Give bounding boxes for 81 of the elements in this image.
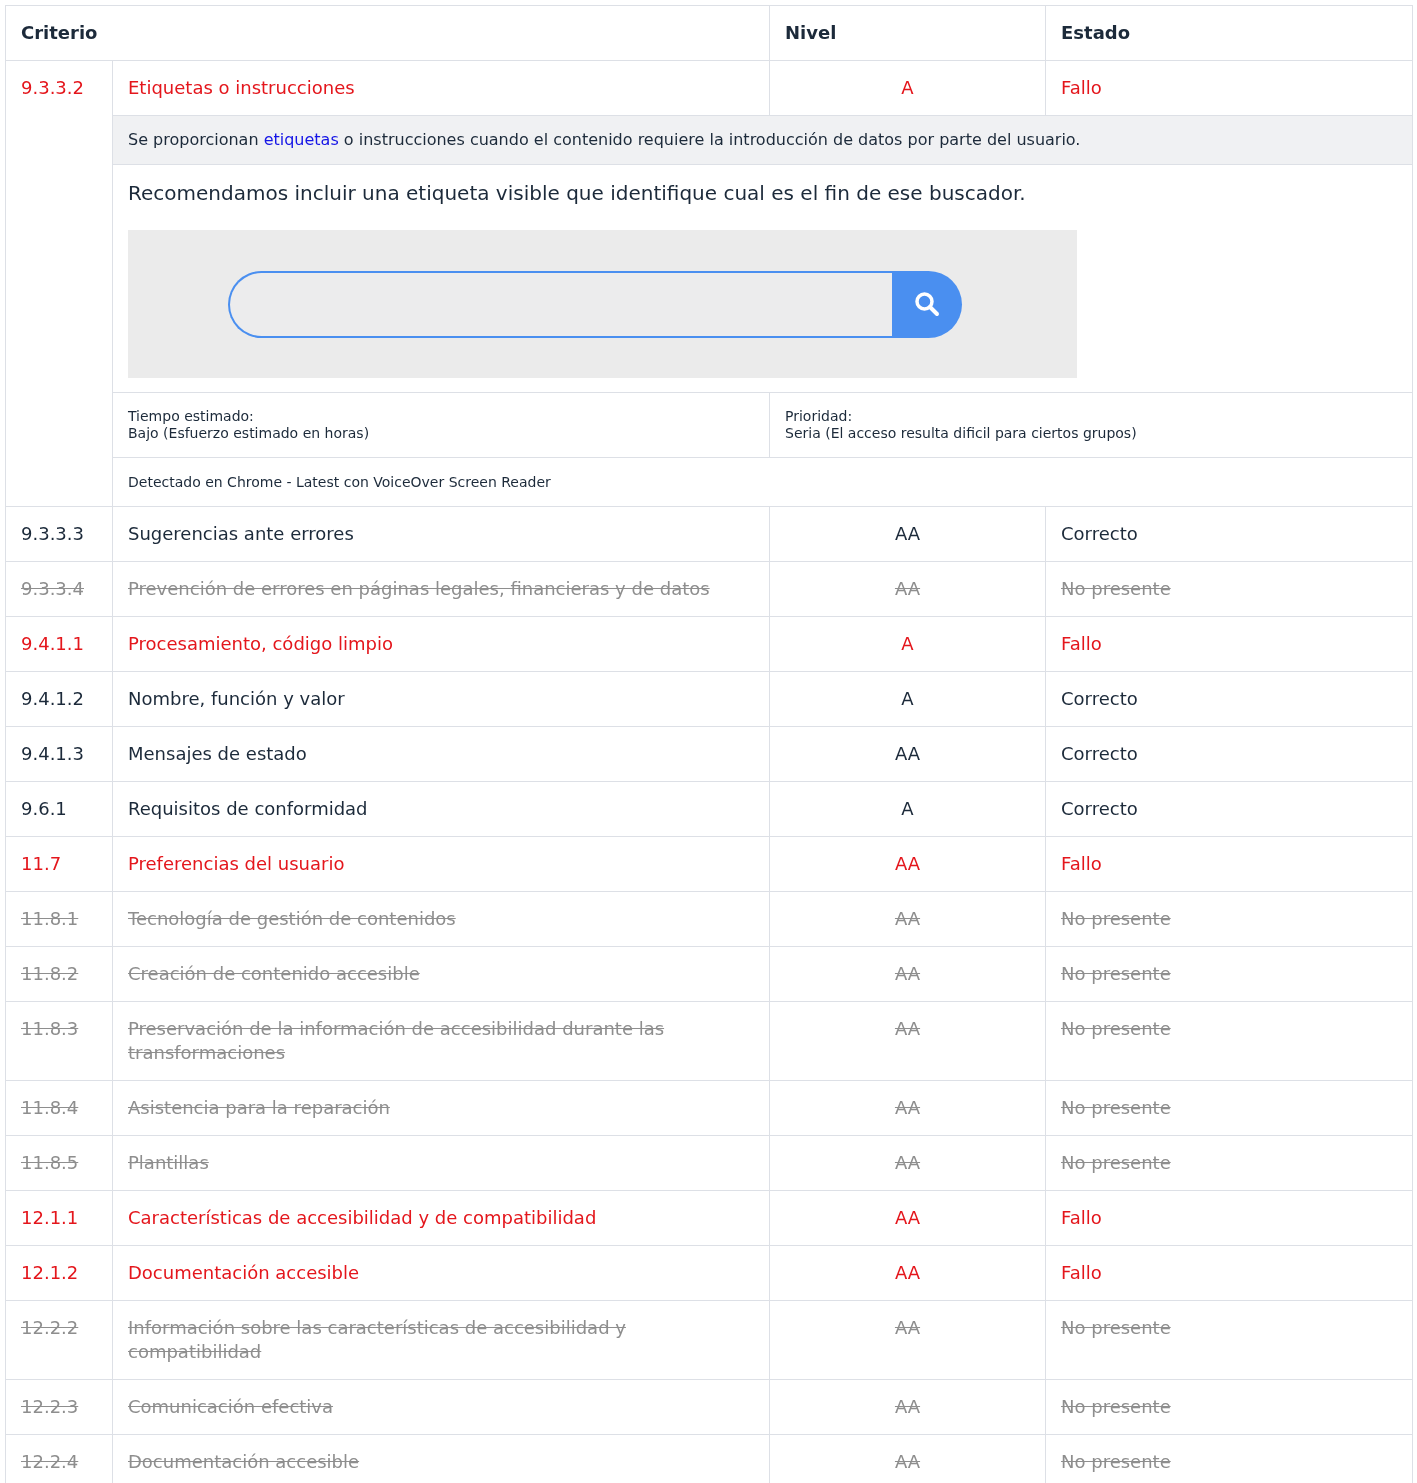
level-cell: AA <box>769 1080 1046 1136</box>
status-cell: No presente <box>1045 946 1413 1002</box>
status-cell: Fallo <box>1045 1190 1413 1246</box>
status-cell: No presente <box>1045 1379 1413 1435</box>
status-cell: Fallo <box>1045 836 1413 892</box>
criterion-name: Características de accesibilidad y de compatibilidad <box>112 1190 770 1246</box>
criterion-name: Creación de contenido accesible <box>112 946 770 1002</box>
criterion-name: Preservación de la información de accesibilidad durante las transformaciones <box>112 1001 770 1081</box>
criterion-name: Asistencia para la reparación <box>112 1080 770 1136</box>
column-header: Estado <box>1045 5 1413 61</box>
criterion-name: Mensajes de estado <box>112 726 770 782</box>
level-cell: AA <box>769 1379 1046 1435</box>
status-cell: Fallo <box>1045 60 1413 116</box>
time-value: Bajo (Esfuerzo estimado en horas) <box>128 425 371 442</box>
level-cell: AA <box>769 891 1046 947</box>
criterion-name: Documentación accesible <box>112 1245 770 1301</box>
criterion-id: 11.8.2 <box>5 946 113 1002</box>
status-cell: No presente <box>1045 1001 1413 1081</box>
criterion-name: Preferencias del usuario <box>112 836 770 892</box>
criterion-name: Procesamiento, código limpio <box>112 616 770 672</box>
detected-note: Detectado en Chrome - Latest con VoiceOver Screen Reader <box>112 457 1413 507</box>
status-cell: Fallo <box>1045 616 1413 672</box>
criterion-id: 9.4.1.2 <box>5 671 113 727</box>
level-cell: AA <box>769 561 1046 617</box>
level-cell: AA <box>769 1190 1046 1246</box>
criterion-id: 9.3.3.4 <box>5 561 113 617</box>
level-cell: AA <box>769 726 1046 782</box>
criterion-name: Nombre, función y valor <box>112 671 770 727</box>
criterion-name: Plantillas <box>112 1135 770 1191</box>
criterion-id: 11.8.4 <box>5 1080 113 1136</box>
column-header: Nivel <box>769 5 1046 61</box>
level-cell: AA <box>769 836 1046 892</box>
status-cell: Correcto <box>1045 726 1413 782</box>
time-label: Tiempo estimado: <box>128 408 255 425</box>
level-cell: A <box>769 781 1046 837</box>
status-cell: No presente <box>1045 561 1413 617</box>
criterion-id: 12.2.3 <box>5 1379 113 1435</box>
criterion-id: 9.3.3.3 <box>5 506 113 562</box>
criterion-id: 11.8.3 <box>5 1001 113 1081</box>
level-cell: A <box>769 616 1046 672</box>
criterion-id: 12.1.1 <box>5 1190 113 1246</box>
criterion-id: 12.2.4 <box>5 1434 113 1483</box>
search-icon <box>913 290 941 318</box>
priority-value: Seria (El acceso resulta dificil para ciertos grupos) <box>785 425 1138 442</box>
status-cell: Correcto <box>1045 671 1413 727</box>
priority-label: Prioridad: <box>785 408 854 425</box>
criterion-id: 11.7 <box>5 836 113 892</box>
criterion-id: 9.3.3.2 <box>5 60 113 507</box>
criterion-id: 9.6.1 <box>5 781 113 837</box>
criterion-name: Requisitos de conformidad <box>112 781 770 837</box>
level-cell: AA <box>769 946 1046 1002</box>
level-cell: A <box>769 671 1046 727</box>
level-cell: AA <box>769 1135 1046 1191</box>
etiquetas-link[interactable]: etiquetas <box>263 130 339 149</box>
status-cell: No presente <box>1045 1135 1413 1191</box>
status-cell: No presente <box>1045 1300 1413 1380</box>
criterion-id: 12.1.2 <box>5 1245 113 1301</box>
criterion-name: Tecnología de gestión de contenidos <box>112 891 770 947</box>
criterion-name: Prevención de errores en páginas legales, financieras y de datos <box>112 561 770 617</box>
criterion-name: Comunicación efectiva <box>112 1379 770 1435</box>
status-cell: No presente <box>1045 891 1413 947</box>
criterion-id: 9.4.1.1 <box>5 616 113 672</box>
status-cell: Correcto <box>1045 506 1413 562</box>
criterion-name: Sugerencias ante errores <box>112 506 770 562</box>
level-cell: AA <box>769 1245 1046 1301</box>
criterion-id: 12.2.2 <box>5 1300 113 1380</box>
recommendation-text: Recomendamos incluir una etiqueta visible que identifique cual es el fin de ese buscador. <box>128 180 1027 207</box>
level-cell: A <box>769 60 1046 116</box>
column-header: Criterio <box>5 5 770 61</box>
criterion-name: Información sobre las características de accesibilidad y compatibilidad <box>112 1300 770 1380</box>
criterion-id: 11.8.1 <box>5 891 113 947</box>
status-cell: Correcto <box>1045 781 1413 837</box>
level-cell: AA <box>769 1001 1046 1081</box>
criterion-id: 11.8.5 <box>5 1135 113 1191</box>
criterion-id: 9.4.1.3 <box>5 726 113 782</box>
criterion-description: Se proporcionan etiquetas o instrucciones cuando el contenido requiere la introducción de datos por parte del usuario. <box>112 115 1413 165</box>
criterion-name: Etiquetas o instrucciones <box>112 60 770 116</box>
status-cell: Fallo <box>1045 1245 1413 1301</box>
level-cell: AA <box>769 506 1046 562</box>
level-cell: AA <box>769 1300 1046 1380</box>
status-cell: No presente <box>1045 1080 1413 1136</box>
